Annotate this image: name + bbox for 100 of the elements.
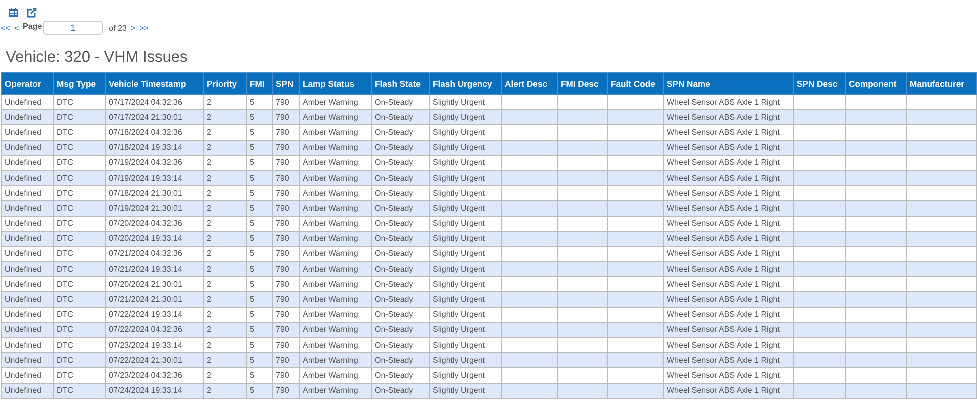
table-cell: 2 — [204, 368, 246, 384]
table-cell: DTC — [54, 140, 106, 156]
column-header[interactable]: Manufacturer — [906, 72, 976, 94]
table-cell: Wheel Sensor ABS Axle 1 Right — [664, 262, 794, 277]
table-cell: On-Steady — [372, 155, 430, 170]
column-header[interactable]: Vehicle Timestamp — [106, 72, 204, 94]
next-page-link[interactable]: > — [130, 24, 136, 32]
table-cell: 790 — [272, 262, 300, 277]
table-cell: Amber Warning — [300, 231, 372, 246]
table-cell: Slightly Urgent — [430, 383, 502, 398]
column-header[interactable]: SPN — [272, 72, 300, 94]
table-cell: Slightly Urgent — [430, 124, 502, 140]
table-cell: DTC — [54, 352, 106, 368]
table-cell: Undefined — [2, 170, 54, 186]
column-header[interactable]: FMI — [246, 72, 272, 94]
table-cell: Slightly Urgent — [430, 216, 502, 232]
column-header[interactable]: SPN Name — [664, 72, 794, 94]
column-header[interactable]: FMI Desc — [558, 72, 608, 94]
table-cell: 790 — [272, 368, 300, 384]
table-cell: On-Steady — [372, 307, 430, 322]
table-cell: DTC — [54, 322, 106, 338]
table-cell: 2 — [204, 383, 246, 398]
table-cell: Slightly Urgent — [430, 322, 502, 338]
table-cell: Undefined — [2, 200, 54, 216]
table-cell: Amber Warning — [300, 307, 372, 322]
table-cell: DTC — [54, 200, 106, 216]
table-cell: 5 — [246, 216, 272, 232]
table-cell: DTC — [54, 216, 106, 232]
previous-page-link[interactable]: < — [14, 24, 20, 32]
table-cell: 790 — [272, 231, 300, 246]
column-header[interactable]: Msg Type — [54, 72, 106, 94]
table-cell: On-Steady — [372, 262, 430, 277]
column-header[interactable]: SPN Desc — [794, 72, 846, 94]
table-cell: Wheel Sensor ABS Axle 1 Right — [664, 352, 794, 368]
table-cell: 5 — [246, 352, 272, 368]
column-header[interactable]: Alert Desc — [502, 72, 558, 94]
table-cell: 2 — [204, 110, 246, 125]
table-cell: DTC — [54, 110, 106, 125]
column-header[interactable]: Flash Urgency — [430, 72, 502, 94]
table-cell: 07/22/2024 04:32:36 — [106, 322, 204, 338]
table-cell: Wheel Sensor ABS Axle 1 Right — [664, 292, 794, 308]
table-cell: 5 — [246, 322, 272, 338]
table-cell: 5 — [246, 231, 272, 246]
table-cell: 790 — [272, 170, 300, 186]
table-cell: 790 — [272, 352, 300, 368]
table-cell: 2 — [204, 155, 246, 170]
table-cell: 5 — [246, 124, 272, 140]
column-header[interactable]: Component — [846, 72, 906, 94]
table-cell: 790 — [272, 292, 300, 308]
table-cell: 5 — [246, 110, 272, 125]
table-cell: 07/22/2024 19:33:14 — [106, 307, 204, 322]
table-cell: Wheel Sensor ABS Axle 1 Right — [664, 124, 794, 140]
table-cell: Wheel Sensor ABS Axle 1 Right — [664, 231, 794, 246]
table-cell: 790 — [272, 383, 300, 398]
table-cell: 2 — [204, 322, 246, 338]
table-cell: 2 — [204, 352, 246, 368]
table-cell: Amber Warning — [300, 368, 372, 384]
table-cell: Wheel Sensor ABS Axle 1 Right — [664, 383, 794, 398]
table-cell: 07/24/2024 19:33:14 — [106, 383, 204, 398]
column-header[interactable]: Priority — [204, 72, 246, 94]
table-cell: On-Steady — [372, 383, 430, 398]
table-cell: 2 — [204, 124, 246, 140]
table-cell: 07/21/2024 21:30:01 — [106, 292, 204, 308]
column-header[interactable]: Flash State — [372, 72, 430, 94]
table-cell: 5 — [246, 292, 272, 308]
column-header[interactable]: Operator — [2, 72, 54, 94]
table-cell: Slightly Urgent — [430, 110, 502, 125]
table-cell: Wheel Sensor ABS Axle 1 Right — [664, 110, 794, 125]
table-cell: DTC — [54, 155, 106, 170]
table-cell: 790 — [272, 110, 300, 125]
table-cell: Undefined — [2, 292, 54, 308]
first-page-link[interactable]: << — [1, 24, 10, 32]
table-cell: Undefined — [2, 383, 54, 398]
calendar-icon[interactable] — [9, 8, 18, 17]
page-field[interactable]: 1 — [43, 21, 104, 35]
table-cell: 07/23/2024 04:32:36 — [106, 368, 204, 384]
table-cell: On-Steady — [372, 200, 430, 216]
table-cell: DTC — [54, 262, 106, 277]
table-cell: 2 — [204, 216, 246, 232]
last-page-link[interactable]: >> — [140, 24, 149, 32]
table-cell: 5 — [246, 368, 272, 384]
table-cell: Amber Warning — [300, 200, 372, 216]
table-cell: 2 — [204, 307, 246, 322]
table-cell: 2 — [204, 170, 246, 186]
table-cell: 5 — [246, 140, 272, 156]
column-header[interactable]: Fault Code — [608, 72, 664, 94]
table-cell: Amber Warning — [300, 292, 372, 308]
edit-icon[interactable] — [27, 8, 37, 18]
table-cell: Amber Warning — [300, 322, 372, 338]
column-header[interactable]: Lamp Status — [300, 72, 372, 94]
table-cell: 07/20/2024 04:32:36 — [106, 216, 204, 232]
table-cell: Undefined — [2, 140, 54, 156]
table-cell: Wheel Sensor ABS Axle 1 Right — [664, 322, 794, 338]
table-cell: Undefined — [2, 352, 54, 368]
table-cell: Wheel Sensor ABS Axle 1 Right — [664, 140, 794, 156]
table-cell: Undefined — [2, 368, 54, 384]
table-cell: On-Steady — [372, 216, 430, 232]
table-cell: Undefined — [2, 124, 54, 140]
table-cell: 07/20/2024 19:33:14 — [106, 231, 204, 246]
table-cell: Slightly Urgent — [430, 307, 502, 322]
